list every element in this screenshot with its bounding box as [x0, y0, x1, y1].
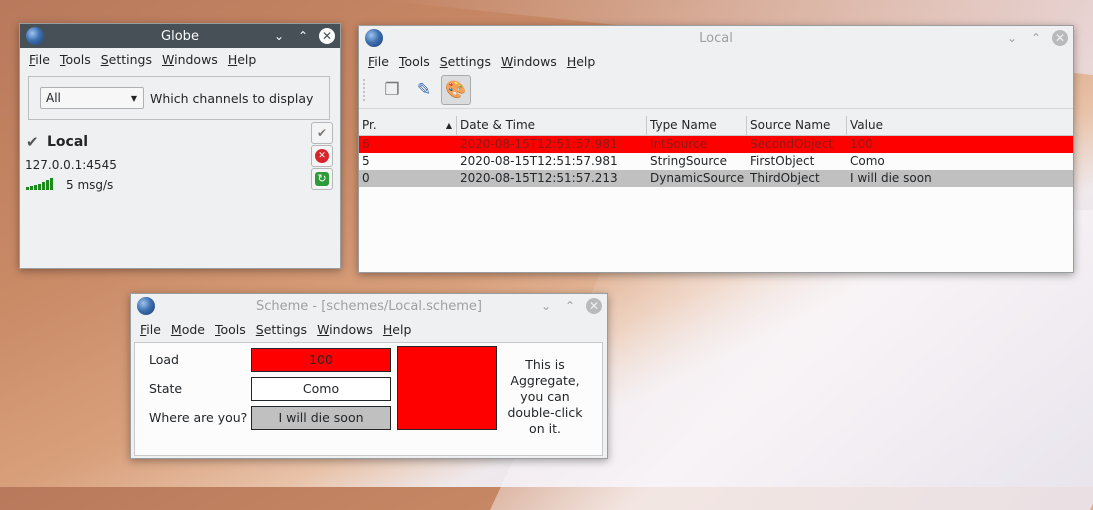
close-button[interactable]: ✕	[586, 298, 602, 314]
channel-select[interactable]: All ▼	[40, 87, 144, 109]
menu-windows[interactable]: Windows	[496, 54, 562, 69]
delete-icon: ✕	[315, 149, 329, 163]
maximize-button[interactable]: ⌃	[295, 28, 311, 44]
chevron-down-icon: ▼	[130, 93, 137, 103]
cell-value: 100	[850, 137, 873, 151]
cell-priority: 6	[362, 137, 370, 151]
close-button[interactable]: ✕	[319, 28, 335, 44]
menu-help[interactable]: Help	[562, 54, 601, 69]
menubar: File Mode Tools Settings Windows Help	[131, 318, 607, 340]
app-globe-icon[interactable]	[26, 27, 44, 45]
local-window: Local ⌄ ⌃ ✕ File Tools Settings Windows …	[358, 25, 1074, 273]
column-source-name[interactable]: Source Name	[747, 116, 847, 135]
app-globe-icon[interactable]	[365, 29, 383, 47]
load-value[interactable]: 100	[251, 348, 391, 372]
state-value[interactable]: Como	[251, 377, 391, 401]
menu-file[interactable]: File	[24, 52, 55, 67]
source-item[interactable]: ✔ Local 127.0.0.1:4545 5 msg/s ✔ ✕ ↻	[20, 120, 340, 210]
document-edit-icon: ✎	[416, 80, 432, 100]
connect-button[interactable]: ✔	[311, 122, 333, 144]
menubar: File Tools Settings Windows Help	[359, 50, 1073, 72]
menu-help[interactable]: Help	[223, 52, 262, 67]
minimize-button[interactable]: ⌄	[538, 298, 554, 314]
menu-settings[interactable]: Settings	[251, 322, 312, 337]
minimize-button[interactable]: ⌄	[1004, 30, 1020, 46]
source-name: Local	[47, 134, 89, 150]
menu-file[interactable]: File	[135, 322, 166, 337]
globe-window: Globe ⌄ ⌃ ✕ File Tools Settings Windows …	[19, 23, 341, 269]
column-priority[interactable]: Pr. ▲	[359, 116, 457, 135]
menu-settings[interactable]: Settings	[435, 54, 496, 69]
maximize-button[interactable]: ⌃	[1028, 30, 1044, 46]
cell-value: Como	[850, 154, 885, 168]
cell-type: IntSource	[650, 137, 708, 151]
checkmark-icon: ✔	[316, 126, 328, 140]
remove-source-button[interactable]: ✕	[311, 145, 333, 167]
menubar: File Tools Settings Windows Help	[20, 48, 340, 70]
load-label: Load	[149, 352, 179, 367]
scheme-canvas: Load 100 State Como Where are you? I wil…	[134, 342, 603, 456]
copy-icon: ❐	[384, 80, 400, 100]
location-value[interactable]: I will die soon	[251, 406, 391, 430]
edit-button[interactable]: ✎	[409, 75, 439, 105]
channel-select-value: All	[46, 91, 61, 105]
cell-priority: 5	[362, 154, 370, 168]
source-status-icon: ✔	[26, 133, 39, 151]
channel-filter-group: All ▼ Which channels to display	[28, 76, 330, 120]
reconnect-button[interactable]: ↻	[311, 168, 333, 190]
titlebar: Scheme - [schemes/Local.scheme] ⌄ ⌃ ✕	[131, 294, 607, 318]
channel-select-label: Which channels to display	[150, 90, 314, 106]
cell-value: I will die soon	[850, 171, 932, 185]
sort-up-icon: ▲	[445, 121, 452, 130]
table-row[interactable]: 5 2020-08-15T12:51:57.981 StringSource F…	[359, 153, 1073, 170]
color-scheme-button[interactable]: 🎨	[441, 75, 471, 105]
signal-strength-icon	[26, 178, 53, 190]
cell-datetime: 2020-08-15T12:51:57.981	[460, 154, 618, 168]
menu-settings[interactable]: Settings	[96, 52, 157, 67]
location-label: Where are you?	[149, 410, 248, 425]
cell-datetime: 2020-08-15T12:51:57.213	[460, 171, 618, 185]
copy-button[interactable]: ❐	[377, 75, 407, 105]
column-value[interactable]: Value	[847, 116, 1071, 135]
column-type-name[interactable]: Type Name	[647, 116, 747, 135]
cell-type: StringSource	[650, 154, 728, 168]
cell-datetime: 2020-08-15T12:51:57.981	[460, 137, 618, 151]
table-row[interactable]: 0 2020-08-15T12:51:57.213 DynamicSource …	[359, 170, 1073, 187]
app-globe-icon[interactable]	[137, 297, 155, 315]
menu-tools[interactable]: Tools	[55, 52, 96, 67]
menu-file[interactable]: File	[363, 54, 394, 69]
column-datetime[interactable]: Date & Time	[457, 116, 647, 135]
cell-source: SecondObject	[750, 137, 834, 151]
message-rate: 5 msg/s	[66, 178, 114, 192]
cell-type: DynamicSource	[650, 171, 745, 185]
scheme-window: Scheme - [schemes/Local.scheme] ⌄ ⌃ ✕ Fi…	[130, 293, 608, 459]
window-title: Scheme - [schemes/Local.scheme]	[255, 298, 482, 314]
cell-priority: 0	[362, 171, 370, 185]
table-header: Pr. ▲ Date & Time Type Name Source Name V…	[359, 116, 1073, 136]
source-address: 127.0.0.1:4545	[25, 158, 117, 172]
menu-help[interactable]: Help	[378, 322, 417, 337]
log-table[interactable]: Pr. ▲ Date & Time Type Name Source Name V…	[359, 116, 1073, 272]
reconnect-icon: ↻	[315, 172, 329, 186]
minimize-button[interactable]: ⌄	[271, 28, 287, 44]
aggregate-note: This is Aggregate, you can double-click …	[507, 357, 583, 436]
titlebar: Local ⌄ ⌃ ✕	[359, 26, 1073, 50]
toolbar-grip[interactable]	[363, 79, 369, 101]
cell-source: FirstObject	[750, 154, 815, 168]
cell-source: ThirdObject	[750, 171, 820, 185]
toolbar: ❐ ✎ 🎨	[359, 72, 1073, 109]
close-button[interactable]: ✕	[1052, 30, 1068, 46]
palette-icon: 🎨	[445, 80, 467, 100]
menu-windows[interactable]: Windows	[312, 322, 378, 337]
state-label: State	[149, 381, 183, 396]
window-title: Local	[699, 30, 733, 46]
menu-windows[interactable]: Windows	[157, 52, 223, 67]
table-row[interactable]: 6 2020-08-15T12:51:57.981 IntSource Seco…	[359, 136, 1073, 153]
maximize-button[interactable]: ⌃	[562, 298, 578, 314]
menu-mode[interactable]: Mode	[166, 322, 210, 337]
titlebar: Globe ⌄ ⌃ ✕	[20, 24, 340, 48]
menu-tools[interactable]: Tools	[210, 322, 251, 337]
menu-tools[interactable]: Tools	[394, 54, 435, 69]
aggregate-box[interactable]	[397, 346, 497, 430]
